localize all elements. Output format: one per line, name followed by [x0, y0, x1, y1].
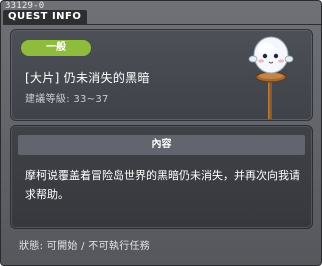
title-bar[interactable]: QUEST INFO: [3, 10, 321, 25]
recommended-level: 建議等級: 33~37: [25, 90, 109, 105]
level-label: 建議等級:: [25, 94, 70, 105]
quest-name: [大片] 仍未消失的黑暗: [25, 71, 150, 85]
quest-info-window: 33129-0 QUEST INFO 一般 [大片] 仍未消失的黑暗 建議等級:…: [0, 0, 322, 266]
content-header: 內容: [18, 135, 305, 155]
status-label: 狀態:: [19, 241, 44, 252]
window-title: QUEST INFO: [8, 11, 82, 22]
status-value: 可開始 / 不可執行任務: [46, 241, 151, 252]
snowman-signpost-icon: [248, 36, 294, 119]
title-tab: QUEST INFO: [3, 10, 87, 25]
quest-header-panel: 一般 [大片] 仍未消失的黑暗 建議等級: 33~37: [10, 29, 313, 121]
quest-status: 狀態: 可開始 / 不可執行任務: [19, 237, 150, 252]
title-divider: [3, 24, 321, 25]
level-range: 33~37: [73, 94, 109, 105]
quest-content-panel: 內容 摩柯说覆盖着冒险岛世界的黑暗仍未消失，并再次向我请求帮助。: [10, 125, 313, 229]
category-badge: 一般: [21, 40, 91, 56]
content-text: 摩柯说覆盖着冒险岛世界的黑暗仍未消失，并再次向我请求帮助。: [25, 169, 300, 201]
